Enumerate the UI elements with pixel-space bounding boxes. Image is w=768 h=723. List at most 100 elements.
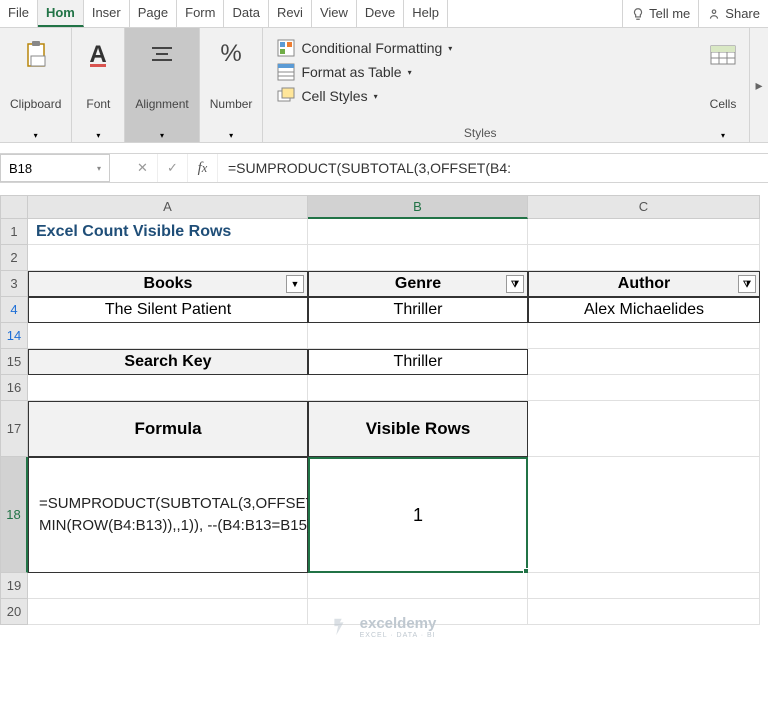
ribbon-more[interactable]: ▸ (750, 28, 768, 142)
cell-b2[interactable] (308, 245, 528, 271)
ribbon-styles-group: Conditional Formatting▾ Format as Table▾… (263, 28, 697, 142)
cell-c19[interactable] (528, 573, 760, 599)
menu-review[interactable]: Revi (269, 0, 312, 27)
fx-button[interactable]: fx (188, 154, 218, 182)
cell-b17[interactable]: Visible Rows (308, 401, 528, 457)
menu-data[interactable]: Data (224, 0, 268, 27)
row-header-19[interactable]: 19 (0, 573, 28, 599)
cells-icon (707, 38, 739, 70)
menu-developer[interactable]: Deve (357, 0, 404, 27)
cell-b4[interactable]: Thriller (308, 297, 528, 323)
cell-c4[interactable]: Alex Michaelides (528, 297, 760, 323)
cell-b19[interactable] (308, 573, 528, 599)
cell-c20[interactable] (528, 599, 760, 625)
spreadsheet-grid: A B C 1 Excel Count Visible Rows 2 3 Boo… (0, 195, 768, 625)
cell-b3[interactable]: Genre ⧩ (308, 271, 528, 297)
name-box[interactable]: B18 ▾ (0, 154, 110, 182)
clipboard-icon (20, 38, 52, 70)
caret-icon: ▾ (229, 131, 233, 140)
menu-insert[interactable]: Inser (84, 0, 130, 27)
format-as-table[interactable]: Format as Table▾ (277, 60, 683, 84)
row-header-1[interactable]: 1 (0, 219, 28, 245)
alignment-icon (146, 38, 178, 70)
cell-a15[interactable]: Search Key (28, 349, 308, 375)
cell-a19[interactable] (28, 573, 308, 599)
formula-accept[interactable]: ✓ (158, 154, 188, 182)
caret-icon: ▾ (96, 131, 100, 140)
ribbon-alignment[interactable]: Alignment ▾ (125, 28, 199, 142)
cell-b15[interactable]: Thriller (308, 349, 528, 375)
percent-icon: % (215, 38, 247, 70)
ribbon-font[interactable]: A Font ▾ (72, 28, 125, 142)
formula-input[interactable]: =SUMPRODUCT(SUBTOTAL(3,OFFSET(B4: (218, 154, 768, 182)
cell-a17[interactable]: Formula (28, 401, 308, 457)
cellstyles-icon (277, 87, 295, 105)
menu-page[interactable]: Page (130, 0, 177, 27)
cell-c16[interactable] (528, 375, 760, 401)
cell-a20[interactable] (28, 599, 308, 625)
cell-b18[interactable]: 1 (308, 457, 528, 573)
ribbon-cells[interactable]: Cells ▾ (697, 28, 750, 142)
filter-genre[interactable]: ⧩ (506, 275, 524, 293)
row-header-16[interactable]: 16 (0, 375, 28, 401)
lightbulb-icon (631, 7, 645, 21)
col-header-a[interactable]: A (28, 195, 308, 219)
row-header-17[interactable]: 17 (0, 401, 28, 457)
cell-b1[interactable] (308, 219, 528, 245)
formula-bar: B18 ▾ ✕ ✓ fx =SUMPRODUCT(SUBTOTAL(3,OFFS… (0, 153, 768, 183)
cell-c18[interactable] (528, 457, 760, 573)
cell-a1[interactable]: Excel Count Visible Rows (28, 219, 308, 245)
cell-c1[interactable] (528, 219, 760, 245)
cell-b14[interactable] (308, 323, 528, 349)
filter-books[interactable]: ▼ (286, 275, 304, 293)
ribbon-number[interactable]: % Number ▾ (200, 28, 264, 142)
row-header-3[interactable]: 3 (0, 271, 28, 297)
cell-styles[interactable]: Cell Styles▾ (277, 84, 683, 108)
menu-help[interactable]: Help (404, 0, 448, 27)
formula-cancel[interactable]: ✕ (128, 154, 158, 182)
col-header-c[interactable]: C (528, 195, 760, 219)
conditional-icon (277, 39, 295, 57)
cell-a16[interactable] (28, 375, 308, 401)
filter-author[interactable]: ⧩ (738, 275, 756, 293)
row-header-14[interactable]: 14 (0, 323, 28, 349)
ribbon: Clipboard ▾ A Font ▾ Alignment ▾ % Numbe… (0, 28, 768, 143)
row-header-2[interactable]: 2 (0, 245, 28, 271)
row-header-15[interactable]: 15 (0, 349, 28, 375)
cell-a2[interactable] (28, 245, 308, 271)
cell-c3[interactable]: Author ⧩ (528, 271, 760, 297)
caret-icon: ▾ (34, 131, 38, 140)
share[interactable]: Share (698, 0, 768, 27)
cell-b16[interactable] (308, 375, 528, 401)
col-header-b[interactable]: B (308, 195, 528, 219)
cell-a3[interactable]: Books ▼ (28, 271, 308, 297)
row-header-20[interactable]: 20 (0, 599, 28, 625)
cell-c17[interactable] (528, 401, 760, 457)
menu-view[interactable]: View (312, 0, 357, 27)
row-header-4[interactable]: 4 (0, 297, 28, 323)
cell-c2[interactable] (528, 245, 760, 271)
cell-c15[interactable] (528, 349, 760, 375)
svg-text:A: A (90, 41, 107, 68)
menu-formulas[interactable]: Form (177, 0, 224, 27)
conditional-formatting[interactable]: Conditional Formatting▾ (277, 36, 683, 60)
caret-icon: ▾ (160, 131, 164, 140)
cell-c14[interactable] (528, 323, 760, 349)
watermark-icon (332, 616, 354, 638)
menu-bar: File Hom Inser Page Form Data Revi View … (0, 0, 768, 28)
menu-home[interactable]: Hom (38, 0, 84, 27)
font-icon: A (82, 38, 114, 70)
cell-a14[interactable] (28, 323, 308, 349)
cell-a18[interactable]: =SUMPRODUCT(SUBTOTAL(3,OFFSET(B4:B13,ROW… (28, 457, 308, 573)
styles-group-label: Styles (277, 126, 683, 140)
menu-file[interactable]: File (0, 0, 38, 27)
table-icon (277, 63, 295, 81)
row-header-18[interactable]: 18 (0, 457, 28, 573)
select-all-corner[interactable] (0, 195, 28, 219)
share-icon (707, 7, 721, 21)
chevron-down-icon: ▾ (97, 164, 101, 173)
tell-me[interactable]: Tell me (622, 0, 698, 27)
cell-a4[interactable]: The Silent Patient (28, 297, 308, 323)
caret-icon: ▾ (721, 131, 725, 140)
ribbon-clipboard[interactable]: Clipboard ▾ (0, 28, 72, 142)
